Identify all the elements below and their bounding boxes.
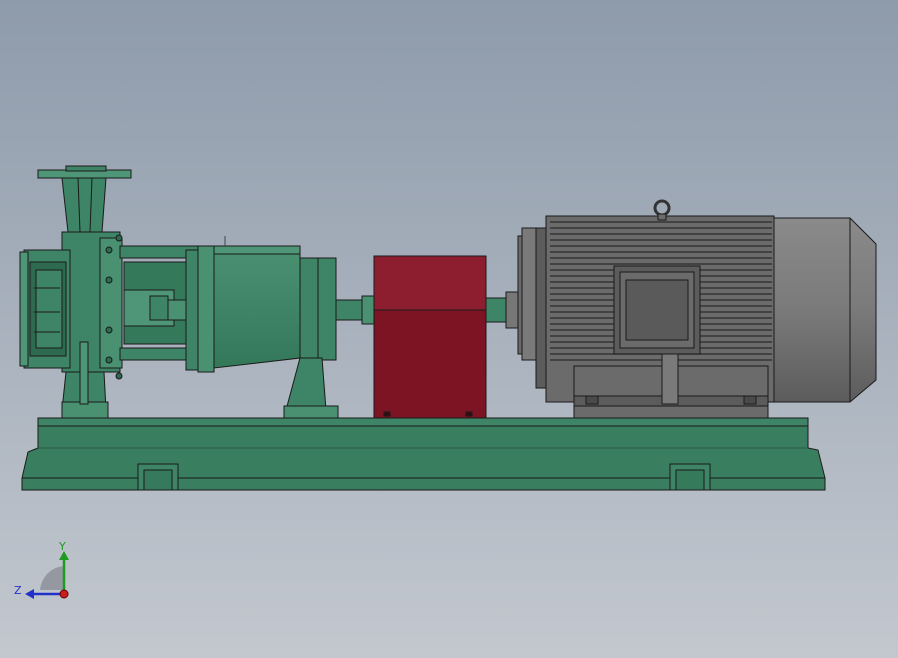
coupling-guard[interactable]	[373, 255, 487, 419]
bearing-housing-body	[213, 245, 301, 369]
x-axis-dot	[59, 589, 69, 599]
baseplate-top-face	[37, 417, 809, 427]
bearing-housing-flange	[197, 245, 215, 373]
triad-z-label: Z	[14, 584, 22, 597]
pump-shaft[interactable]	[335, 295, 375, 325]
electric-motor[interactable]	[517, 199, 877, 419]
cad-graphics-viewport[interactable]: Y Z	[0, 0, 898, 658]
coupling-guard-top	[373, 255, 487, 311]
baseplate[interactable]	[21, 417, 826, 491]
motor-fan-cover	[773, 217, 877, 403]
triad-y-label: Y	[58, 540, 66, 553]
pump-assembly-scene[interactable]: Y Z	[0, 0, 898, 658]
discharge-nozzle	[61, 177, 107, 233]
coupling-guard-bottom	[373, 309, 487, 419]
